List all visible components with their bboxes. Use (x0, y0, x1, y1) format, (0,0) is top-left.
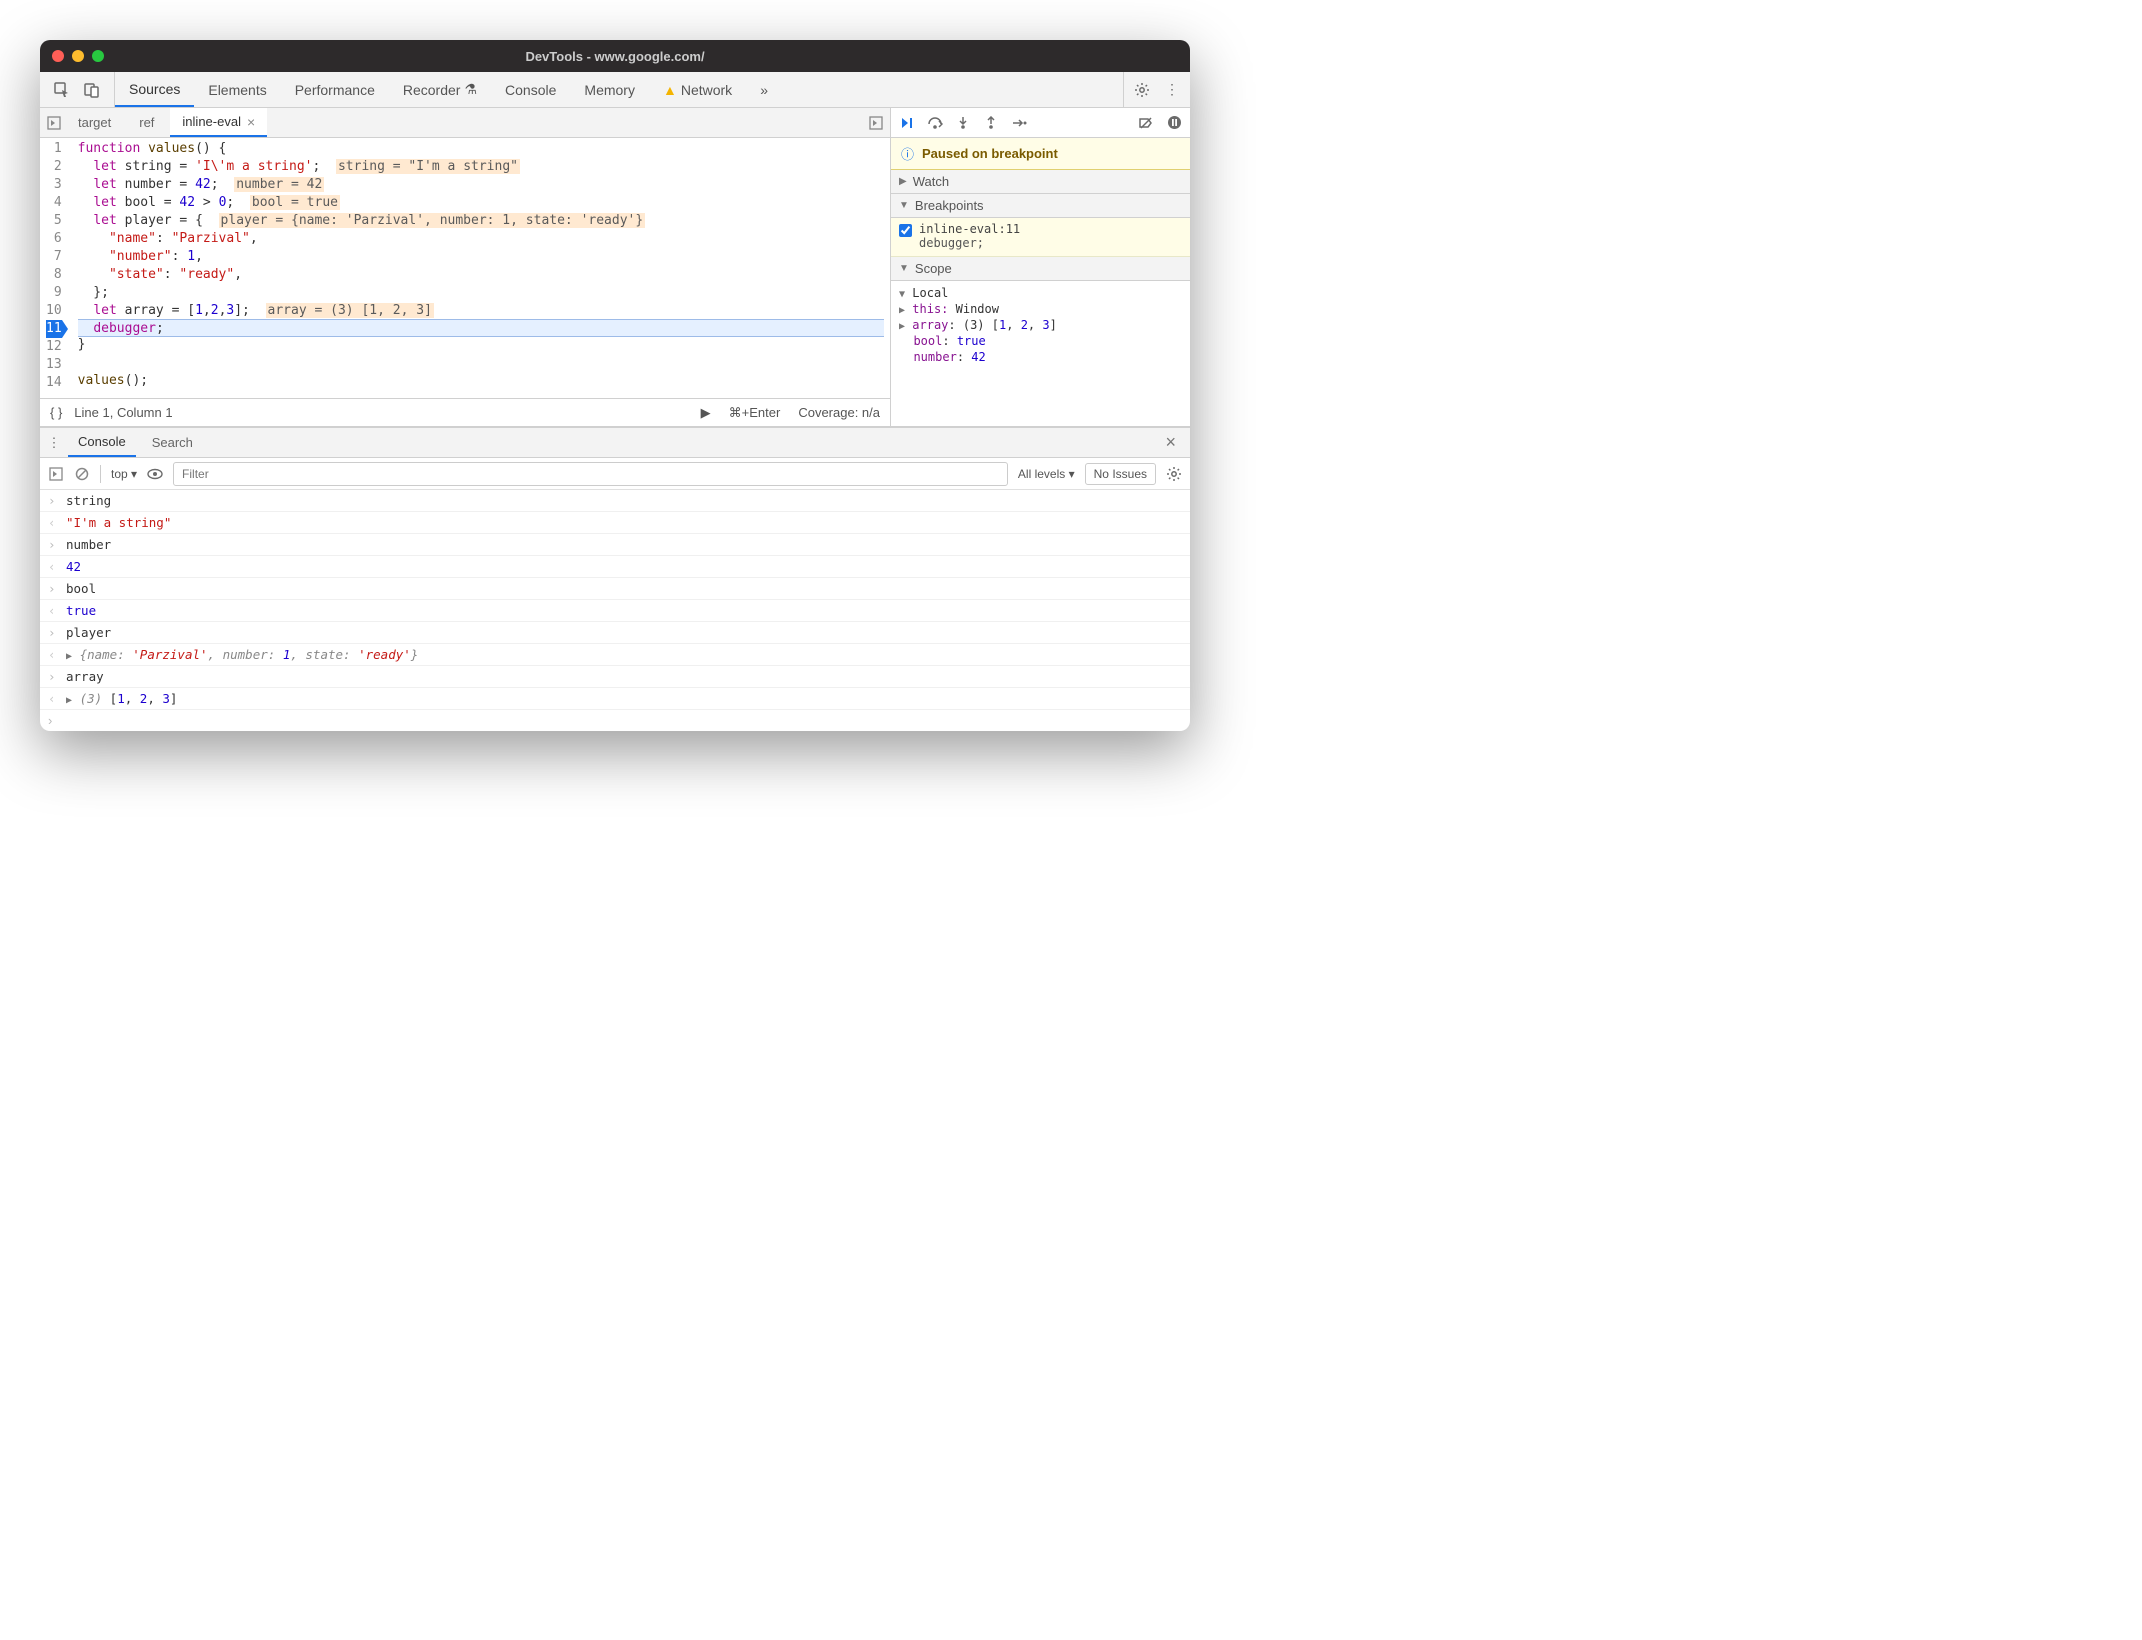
context-selector[interactable]: top ▾ (111, 467, 137, 481)
console-row[interactable]: ‹"I'm a string" (40, 512, 1190, 534)
more-icon[interactable]: ⋮ (1164, 82, 1180, 98)
info-icon: ⓘ (901, 144, 914, 163)
clear-console-icon[interactable] (74, 466, 90, 482)
coverage-label: Coverage: n/a (798, 405, 880, 420)
console-row[interactable]: ›array (40, 666, 1190, 688)
breakpoint-checkbox[interactable] (899, 224, 912, 237)
window-title: DevTools - www.google.com/ (40, 49, 1190, 64)
scope-body: ▼ Local ▶ this: Window ▶ array: (3) [1, … (891, 281, 1190, 369)
tab-recorder[interactable]: Recorder ⚗ (389, 72, 491, 107)
step-out-icon[interactable] (983, 115, 999, 131)
console-row[interactable]: ‹42 (40, 556, 1190, 578)
breakpoint-item[interactable]: inline-eval:11 debugger; (891, 218, 1190, 257)
drawer-tab-console[interactable]: Console (68, 428, 136, 457)
scope-var-bool[interactable]: bool: true (899, 333, 1182, 349)
tab-performance[interactable]: Performance (281, 72, 389, 107)
file-tabs: target ref inline-eval × (40, 108, 890, 138)
resume-icon[interactable] (899, 115, 915, 131)
console-row[interactable]: ‹▶ (3) [1, 2, 3] (40, 688, 1190, 710)
live-expression-icon[interactable] (147, 466, 163, 482)
editor-statusbar: { } Line 1, Column 1 ▶ ⌘+Enter Coverage:… (40, 398, 890, 426)
drawer-tab-search[interactable]: Search (142, 428, 203, 457)
step-into-icon[interactable] (955, 115, 971, 131)
console-row[interactable]: ›player (40, 622, 1190, 644)
pause-exceptions-icon[interactable] (1166, 115, 1182, 131)
tab-network[interactable]: ▲ Network (649, 72, 746, 107)
section-watch[interactable]: ▶Watch (891, 170, 1190, 194)
paused-banner: ⓘ Paused on breakpoint (891, 138, 1190, 170)
deactivate-breakpoints-icon[interactable] (1138, 115, 1154, 131)
filter-input[interactable] (173, 462, 1008, 486)
drawer-close-icon[interactable]: × (1157, 432, 1184, 453)
section-scope[interactable]: ▼Scope (891, 257, 1190, 281)
inspect-icon[interactable] (54, 82, 70, 98)
console-row[interactable]: ›string (40, 490, 1190, 512)
tab-elements[interactable]: Elements (194, 72, 280, 107)
console-row[interactable]: ‹true (40, 600, 1190, 622)
console-row[interactable]: ›number (40, 534, 1190, 556)
breakpoint-location: inline-eval:11 (919, 222, 1182, 236)
tab-memory[interactable]: Memory (570, 72, 649, 107)
console-row[interactable]: ‹▶ {name: 'Parzival', number: 1, state: … (40, 644, 1190, 666)
settings-icon[interactable] (1134, 82, 1150, 98)
step-over-icon[interactable] (927, 115, 943, 131)
breakpoint-code: debugger; (919, 236, 1182, 250)
scope-local[interactable]: ▼ Local (899, 285, 1182, 301)
console-prompt[interactable]: › (40, 710, 1190, 731)
main-toolbar: Sources Elements Performance Recorder ⚗ … (40, 72, 1190, 108)
log-levels-selector[interactable]: All levels ▾ (1018, 467, 1075, 481)
navigator-toggle-icon[interactable] (46, 115, 62, 131)
format-icon[interactable]: { } (50, 405, 62, 420)
step-icon[interactable] (1011, 115, 1027, 131)
drawer-more-icon[interactable]: ⋮ (46, 435, 62, 451)
device-toggle-icon[interactable] (84, 82, 100, 98)
scope-var-array[interactable]: ▶ array: (3) [1, 2, 3] (899, 317, 1182, 333)
console-settings-icon[interactable] (1166, 466, 1182, 482)
titlebar: DevTools - www.google.com/ (40, 40, 1190, 72)
file-tab-inline-eval[interactable]: inline-eval × (170, 108, 267, 137)
file-tabs-more-icon[interactable] (868, 115, 884, 131)
section-breakpoints[interactable]: ▼Breakpoints (891, 194, 1190, 218)
console-row[interactable]: ›bool (40, 578, 1190, 600)
debugger-toolbar (891, 108, 1190, 138)
tabs-overflow[interactable]: » (746, 72, 782, 107)
console-body[interactable]: ›string‹"I'm a string"›number‹42›bool‹tr… (40, 490, 1190, 710)
scope-var-number[interactable]: number: 42 (899, 349, 1182, 365)
warning-icon: ▲ (663, 82, 677, 98)
console-sidebar-toggle-icon[interactable] (48, 466, 64, 482)
code-editor[interactable]: 1234567891011121314 function values() { … (40, 138, 890, 398)
cursor-position: Line 1, Column 1 (74, 405, 172, 420)
file-tab-ref[interactable]: ref (127, 108, 166, 137)
tab-console[interactable]: Console (491, 72, 570, 107)
drawer-tabs: ⋮ Console Search × (40, 428, 1190, 458)
run-icon[interactable]: ▶ (701, 405, 711, 421)
issues-button[interactable]: No Issues (1085, 463, 1156, 485)
run-shortcut: ⌘+Enter (729, 405, 781, 421)
console-controls: top ▾ All levels ▾ No Issues (40, 458, 1190, 490)
tab-sources[interactable]: Sources (115, 72, 194, 107)
file-tab-target[interactable]: target (66, 108, 123, 137)
flask-icon: ⚗ (464, 81, 477, 98)
scope-this[interactable]: ▶ this: Window (899, 301, 1182, 317)
close-icon[interactable]: × (247, 114, 255, 130)
